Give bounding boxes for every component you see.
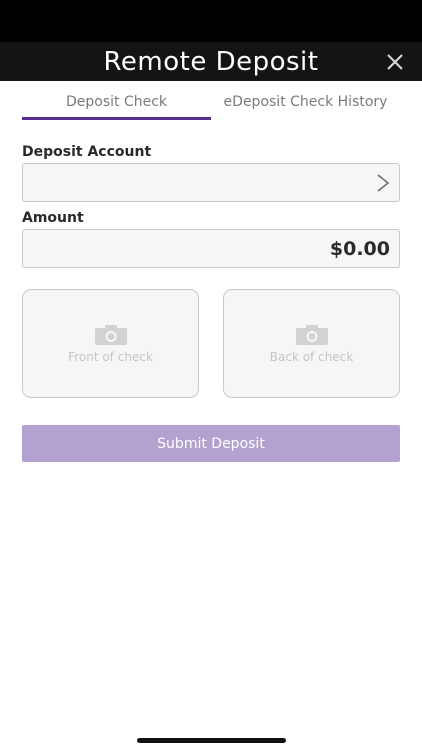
deposit-account-selector[interactable] bbox=[22, 163, 400, 202]
submit-deposit-button[interactable]: Submit Deposit bbox=[22, 425, 400, 462]
tab-edeposit-check-history[interactable]: eDeposit Check History bbox=[211, 82, 400, 122]
amount-label: Amount bbox=[22, 210, 84, 226]
home-indicator[interactable] bbox=[137, 738, 286, 743]
back-of-check-label: Back of check bbox=[269, 350, 354, 364]
back-of-check-capture[interactable]: Back of check bbox=[223, 289, 400, 398]
deposit-account-label: Deposit Account bbox=[22, 144, 152, 160]
amount-value: $0.00 bbox=[329, 237, 390, 260]
close-icon[interactable] bbox=[384, 51, 406, 73]
camera-icon bbox=[296, 325, 328, 345]
header-bar: Remote Deposit bbox=[0, 42, 422, 81]
amount-field[interactable]: $0.00 bbox=[22, 229, 400, 268]
chevron-right-icon bbox=[377, 174, 390, 192]
tab-bar: Deposit Check eDeposit Check History bbox=[22, 82, 400, 122]
page-title: Remote Deposit bbox=[103, 46, 319, 77]
camera-icon bbox=[95, 325, 127, 345]
front-of-check-label: Front of check bbox=[68, 350, 153, 364]
submit-deposit-label: Submit Deposit bbox=[157, 435, 265, 452]
front-of-check-capture[interactable]: Front of check bbox=[22, 289, 199, 398]
active-tab-indicator bbox=[22, 117, 211, 120]
tab-deposit-check[interactable]: Deposit Check bbox=[22, 82, 211, 122]
status-bar bbox=[0, 0, 422, 42]
